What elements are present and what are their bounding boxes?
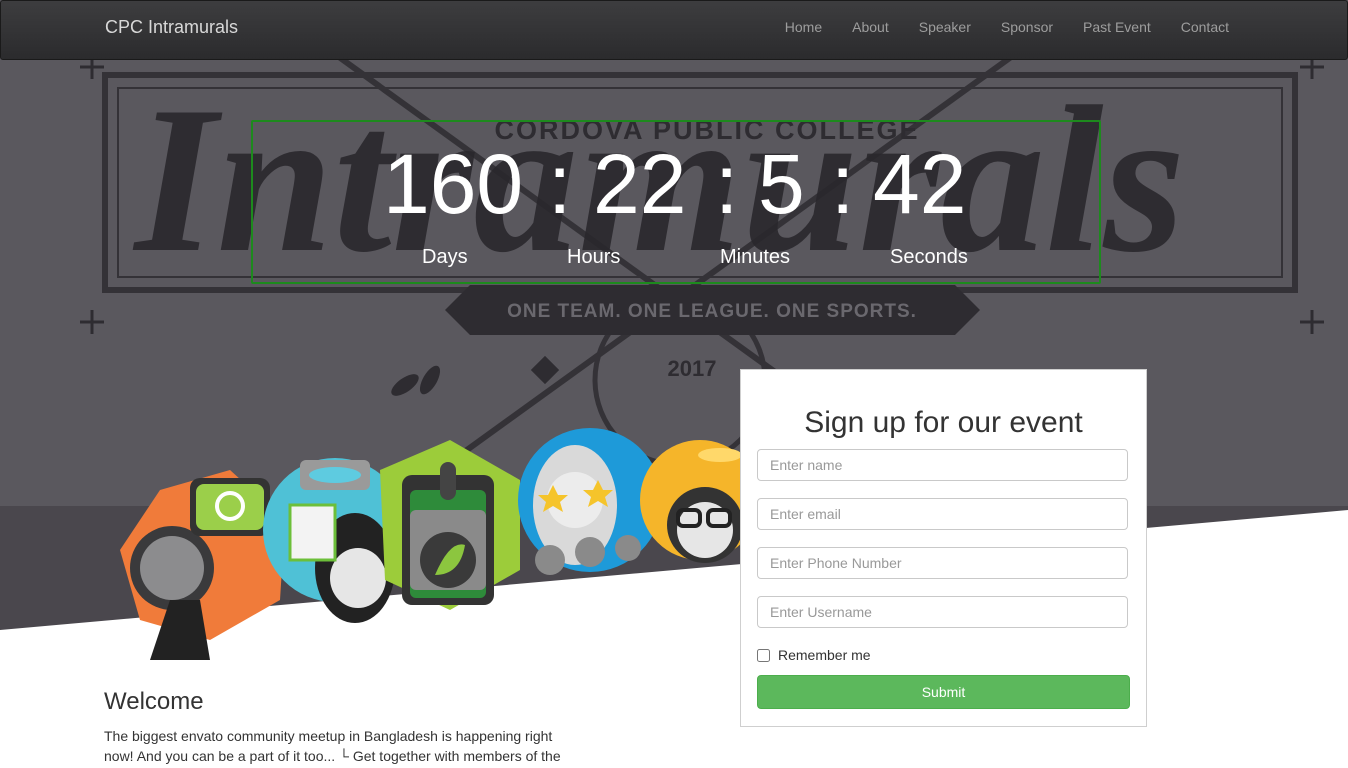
remember-me-label: Remember me (778, 647, 871, 663)
countdown-separator: : (831, 137, 855, 231)
countdown-seconds-value: 42 (873, 137, 967, 231)
countdown-seconds-label: Seconds (890, 246, 968, 268)
brand-logo-text[interactable]: CPC Intramurals (105, 17, 238, 38)
email-input[interactable] (757, 498, 1128, 530)
nav-link-speaker[interactable]: Speaker (919, 19, 971, 35)
nav-link-about[interactable]: About (852, 19, 889, 35)
countdown-separator: : (548, 137, 572, 231)
welcome-paragraph: The biggest envato community meetup in B… (104, 728, 561, 764)
name-input[interactable] (757, 449, 1128, 481)
countdown-hours-label: Hours (567, 246, 621, 268)
countdown-timer: 160 : 22 : 5 : 42 Days Hours Minutes Sec… (251, 120, 1101, 284)
top-navbar: CPC Intramurals Home About Speaker Spons… (0, 0, 1348, 60)
signup-title: Sign up for our event (804, 406, 1083, 439)
welcome-heading: Welcome (104, 688, 204, 715)
nav-link-sponsor[interactable]: Sponsor (1001, 19, 1053, 35)
countdown-days-value: 160 (383, 137, 524, 231)
submit-button[interactable]: Submit (757, 675, 1130, 709)
remember-me-row[interactable]: Remember me (757, 647, 871, 663)
countdown-minutes-value: 5 (758, 137, 805, 231)
remember-me-checkbox[interactable] (757, 648, 770, 662)
countdown-hours-value: 22 (593, 137, 687, 231)
nav-link-past-event[interactable]: Past Event (1083, 19, 1151, 35)
nav-menu: Home About Speaker Sponsor Past Event Co… (755, 19, 1229, 35)
countdown-days-label: Days (422, 246, 468, 268)
username-input[interactable] (757, 596, 1128, 628)
phone-input[interactable] (757, 547, 1128, 579)
countdown-minutes-label: Minutes (720, 246, 791, 268)
nav-link-home[interactable]: Home (785, 19, 822, 35)
nav-link-contact[interactable]: Contact (1181, 19, 1229, 35)
signup-form-card: Sign up for our event Remember me Submit (740, 369, 1147, 727)
countdown-separator: : (715, 137, 739, 231)
